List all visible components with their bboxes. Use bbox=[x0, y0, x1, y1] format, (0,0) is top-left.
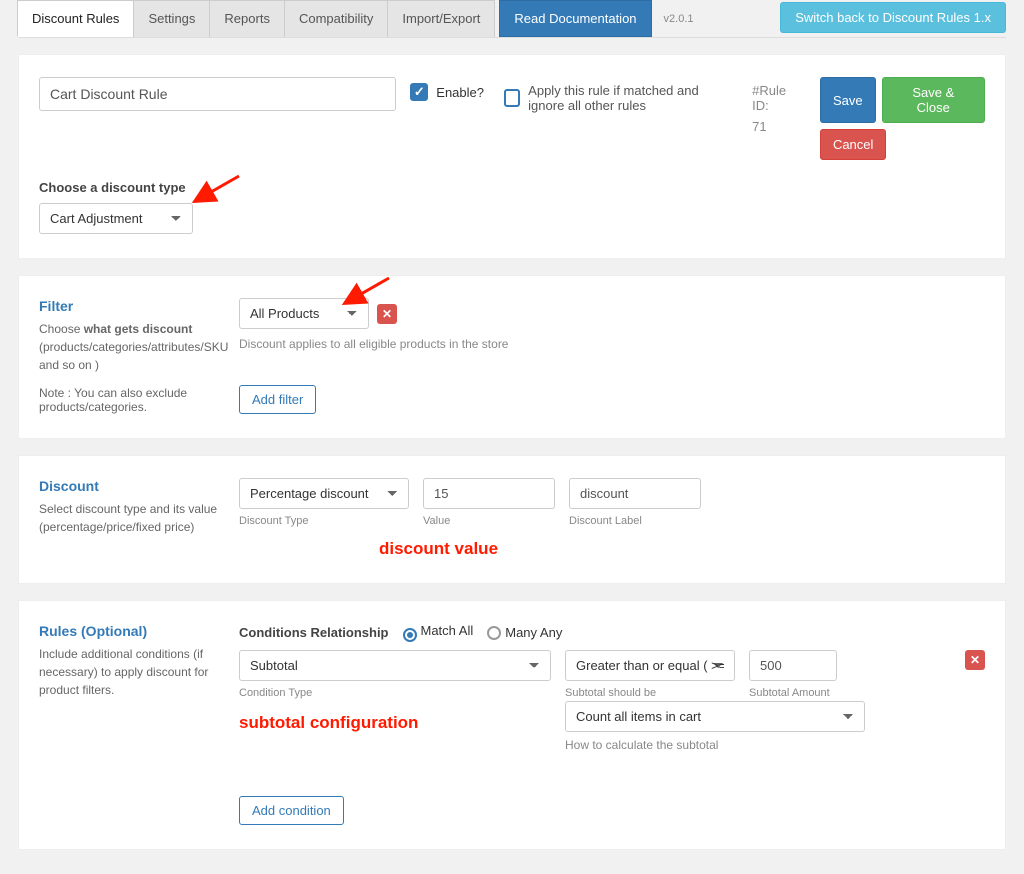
filter-desc-1: Choose bbox=[39, 322, 84, 336]
switch-version-button[interactable]: Switch back to Discount Rules 1.x bbox=[780, 2, 1006, 33]
tab-discount-rules[interactable]: Discount Rules bbox=[17, 0, 134, 37]
remove-condition-button[interactable]: ✕ bbox=[965, 650, 985, 670]
discount-value-input[interactable] bbox=[423, 478, 555, 509]
subtotal-operator-select[interactable]: Greater than or equal ( >= ) bbox=[565, 650, 735, 681]
save-button[interactable]: Save bbox=[820, 77, 876, 123]
condition-type-select[interactable]: Subtotal bbox=[239, 650, 551, 681]
rule-title-input[interactable] bbox=[39, 77, 396, 111]
many-any-radio[interactable]: Many Any bbox=[487, 625, 562, 640]
enable-label: Enable? bbox=[436, 85, 484, 100]
cancel-button[interactable]: Cancel bbox=[820, 129, 886, 160]
rule-id-value: 71 bbox=[752, 119, 806, 134]
tab-compatibility[interactable]: Compatibility bbox=[284, 0, 388, 37]
filter-help: Discount applies to all eligible product… bbox=[239, 337, 985, 351]
add-condition-button[interactable]: Add condition bbox=[239, 796, 344, 825]
enable-checkbox[interactable] bbox=[410, 83, 428, 101]
filter-section-title: Filter bbox=[39, 298, 225, 314]
remove-filter-button[interactable]: ✕ bbox=[377, 304, 397, 324]
subtotal-operator-sublabel: Subtotal should be bbox=[565, 687, 735, 699]
version-label: v2.0.1 bbox=[664, 13, 694, 25]
apply-if-matched-label: Apply this rule if matched and ignore al… bbox=[528, 83, 728, 113]
discount-value-sublabel: Value bbox=[423, 515, 555, 527]
rules-desc: Include additional conditions (if necess… bbox=[39, 647, 208, 697]
save-close-button[interactable]: Save & Close bbox=[882, 77, 985, 123]
annotation-discount-value: discount value bbox=[379, 539, 985, 559]
discount-desc: Select discount type and its value (perc… bbox=[39, 502, 217, 534]
discount-label-sublabel: Discount Label bbox=[569, 515, 701, 527]
rules-section-title: Rules (Optional) bbox=[39, 623, 225, 639]
discount-type-select[interactable]: Cart Adjustment bbox=[39, 203, 193, 234]
subtotal-calc-sublabel: How to calculate the subtotal bbox=[565, 738, 985, 752]
subtotal-amount-input[interactable] bbox=[749, 650, 837, 681]
tab-reports[interactable]: Reports bbox=[209, 0, 285, 37]
conditions-relationship-label: Conditions Relationship bbox=[239, 625, 389, 640]
filter-products-select[interactable]: All Products bbox=[239, 298, 369, 329]
filter-desc-2: (products/categories/attributes/SKU and … bbox=[39, 340, 228, 372]
condition-type-sublabel: Condition Type bbox=[239, 687, 551, 699]
tab-import-export[interactable]: Import/Export bbox=[387, 0, 495, 37]
apply-if-matched-checkbox[interactable] bbox=[504, 89, 520, 107]
filter-note: Note : You can also exclude products/cat… bbox=[39, 386, 225, 414]
discount-type-sublabel: Discount Type bbox=[239, 515, 409, 527]
discount-label-input[interactable] bbox=[569, 478, 701, 509]
discount-section-title: Discount bbox=[39, 478, 225, 494]
match-all-radio[interactable]: Match All bbox=[403, 623, 474, 642]
add-filter-button[interactable]: Add filter bbox=[239, 385, 316, 414]
filter-desc-bold: what gets discount bbox=[84, 322, 193, 336]
subtotal-calc-select[interactable]: Count all items in cart bbox=[565, 701, 865, 732]
choose-discount-type-label: Choose a discount type bbox=[39, 180, 186, 195]
subtotal-amount-sublabel: Subtotal Amount bbox=[749, 687, 837, 699]
tab-settings[interactable]: Settings bbox=[133, 0, 210, 37]
rule-id-label: #Rule ID: bbox=[752, 83, 786, 113]
read-documentation-button[interactable]: Read Documentation bbox=[499, 0, 651, 37]
discount-type-value-select[interactable]: Percentage discount bbox=[239, 478, 409, 509]
